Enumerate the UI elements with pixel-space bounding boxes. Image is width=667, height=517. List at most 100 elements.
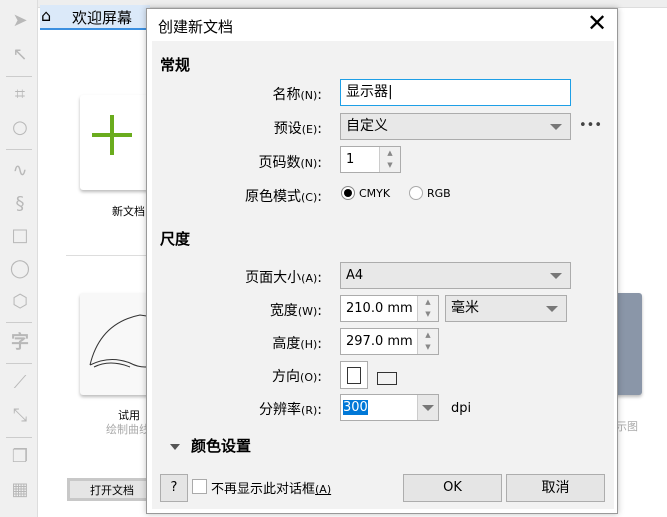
radio-rgb[interactable]: RGB (409, 186, 451, 200)
text: 方向 (272, 369, 301, 385)
chevron-down-icon (546, 306, 558, 312)
text: 210.0 mm (346, 301, 413, 316)
create-new-document-dialog: 创建新文档 ✕ 常规 名称(N): 显示器| 预设(E): 自定义 ••• 页码… (146, 8, 618, 514)
width-spinner[interactable]: 210.0 mm ▲ ▼ (340, 295, 439, 322)
text: 毫米 (451, 300, 479, 316)
text: (A) (315, 483, 332, 496)
text: 原色模式 (245, 189, 302, 205)
width-label: 宽度(W): (269, 303, 322, 319)
dpi-label: dpi (451, 401, 472, 416)
text: A4 (346, 268, 364, 283)
text (409, 186, 423, 200)
divider (6, 76, 32, 77)
chevron-down-icon (550, 124, 562, 130)
divider (66, 255, 146, 256)
home-icon: ⌂ (41, 6, 52, 25)
color-settings-expander[interactable]: 颜色设置 (191, 435, 251, 456)
transparency-tool-icon[interactable]: ▦ (9, 479, 31, 501)
text: (N) (300, 157, 318, 170)
text: RGB (427, 186, 451, 200)
dialog-title: 创建新文档 (158, 18, 234, 36)
preset-select[interactable]: 自定义 (340, 113, 571, 140)
drop-shadow-tool-icon[interactable]: ❐ (9, 446, 31, 468)
more-options-button[interactable]: ••• (579, 118, 602, 133)
chevron-down-icon (417, 395, 438, 420)
text: 自定义 (346, 118, 388, 134)
height-label: 高度(H): (272, 336, 322, 352)
shape-tool-icon[interactable]: ↖ (9, 44, 31, 66)
spin-arrows-icon: ▲ ▼ (417, 329, 438, 354)
text: (W) (297, 305, 318, 318)
orientation-label: 方向(O): (272, 369, 322, 385)
text: (O) (300, 371, 318, 384)
text: 显示器 (346, 84, 388, 100)
tab-welcome-screen[interactable]: ⌂ 欢迎屏幕 (40, 5, 150, 30)
text-tool-icon[interactable]: 字 (9, 332, 31, 354)
zoom-tool-icon[interactable]: ○ (9, 117, 31, 139)
polygon-tool-icon[interactable]: ⬡ (9, 291, 31, 313)
help-button[interactable]: ? (160, 474, 188, 502)
text: 高度 (272, 336, 301, 352)
connector-tool-icon[interactable]: ⤡ (9, 405, 31, 427)
portrait-icon (347, 367, 361, 384)
text: 不再显示此对话框 (211, 482, 316, 497)
dont-show-checkbox[interactable] (192, 479, 207, 494)
text: (A) (301, 272, 318, 285)
page-size-select[interactable]: A4 (340, 262, 571, 289)
spin-arrows-icon: ▲ ▼ (417, 296, 438, 321)
text: 1 (346, 152, 355, 167)
open-document-button[interactable]: 打开文档 (67, 478, 157, 501)
sample-caption: 示图 (616, 420, 638, 433)
unit-select[interactable]: 毫米 (445, 295, 567, 322)
text: 页面大小 (245, 270, 302, 286)
try-subtitle: 绘制曲线 (106, 423, 146, 436)
pages-spinner[interactable]: 1 ▲ ▼ (340, 146, 401, 173)
ok-button[interactable]: OK (403, 474, 502, 502)
divider (6, 149, 32, 150)
section-general: 常规 (160, 56, 191, 74)
dimension-tool-icon[interactable]: ⟋ (9, 372, 31, 394)
ellipse-tool-icon[interactable]: ◯ (9, 258, 31, 280)
divider (6, 322, 32, 323)
artistic-media-tool-icon[interactable]: § (9, 193, 31, 215)
divider (6, 437, 32, 438)
landscape-button[interactable] (377, 372, 397, 385)
text: 300 (343, 400, 368, 415)
text: 预设 (273, 121, 302, 137)
sample-image-card[interactable] (614, 293, 642, 395)
text: (H) (300, 338, 318, 351)
spin-arrows-icon: ▲ ▼ (379, 147, 400, 172)
text (341, 186, 355, 200)
text: 页码数 (258, 155, 301, 171)
dont-show-label[interactable]: 不再显示此对话框(A) (211, 478, 331, 497)
text: (R) (301, 404, 318, 417)
text: 分辨率 (259, 402, 302, 418)
divider (6, 363, 32, 364)
text: 名称 (272, 87, 301, 103)
text: CMYK (359, 186, 391, 200)
color-mode-label: 原色模式(C): (245, 189, 322, 205)
chevron-down-icon (550, 273, 562, 279)
pages-label: 页码数(N): (258, 155, 322, 171)
radio-cmyk[interactable]: CMYK (341, 186, 390, 200)
pick-tool-icon[interactable]: ➤ (9, 10, 31, 32)
resolution-combobox[interactable]: 300 (340, 394, 439, 421)
resolution-label: 分辨率(R): (259, 402, 322, 418)
freehand-tool-icon[interactable]: ∿ (9, 160, 31, 182)
text: (E) (301, 123, 318, 136)
portrait-button[interactable] (340, 361, 368, 389)
collapse-triangle-icon[interactable] (170, 444, 180, 450)
tab-label: 欢迎屏幕 (72, 9, 133, 27)
height-spinner[interactable]: 297.0 mm ▲ ▼ (340, 328, 439, 355)
crop-tool-icon[interactable]: ⌗ (9, 84, 31, 106)
close-icon[interactable]: ✕ (587, 9, 607, 37)
cancel-button[interactable]: 取消 (506, 474, 605, 502)
text (344, 189, 352, 197)
text: 宽度 (269, 303, 298, 319)
rectangle-tool-icon[interactable]: □ (9, 225, 31, 247)
name-input[interactable]: 显示器| (340, 79, 571, 106)
dialog-body: 常规 名称(N): 显示器| 预设(E): 自定义 ••• 页码数(N): 1 ▲… (152, 41, 614, 509)
text (422, 405, 434, 411)
section-dimensions: 尺度 (160, 230, 191, 248)
page-size-label: 页面大小(A): (245, 270, 322, 286)
